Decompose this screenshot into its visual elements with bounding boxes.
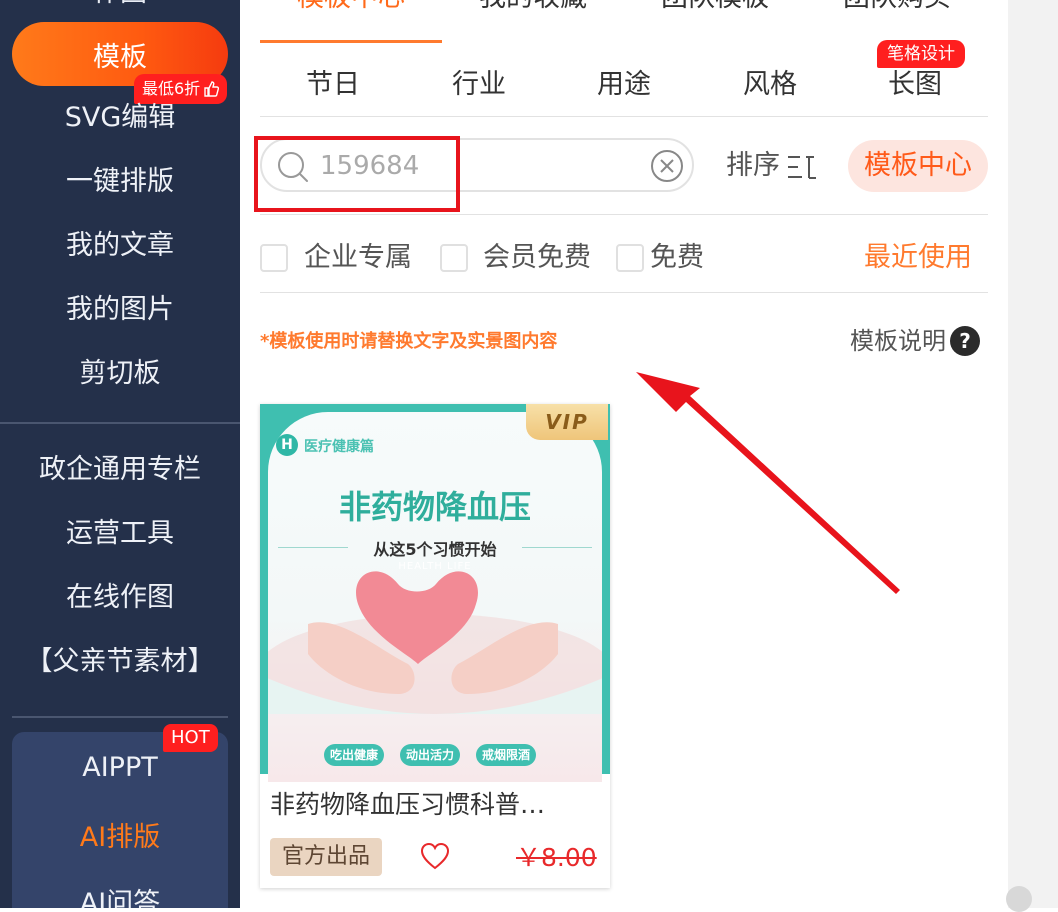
category-long-image[interactable]: 长图 [842,64,988,106]
sidebar-item-auto-layout[interactable]: 一键排版 [0,162,240,202]
sidebar-item-fathers-day[interactable]: 【父亲节素材】 [0,642,240,682]
sort-icon[interactable] [786,154,822,180]
tab-team-purchase[interactable]: 团队购买 [806,0,988,18]
divider [260,116,988,117]
template-title[interactable]: 非药物降血压习惯科普… [270,786,600,824]
sidebar-divider [0,422,240,424]
usage-notice: *模板使用时请替换文字及实景图内容 [260,331,558,352]
thumbnail-subtitle-en: HEALTH LIFE [398,561,472,572]
recent-used-link[interactable]: 最近使用 [864,238,972,278]
official-tag: 官方出品 [270,838,383,876]
sidebar-item-label: 模板 [93,41,147,73]
sidebar-item-my-articles[interactable]: 我的文章 [0,226,240,266]
sidebar-item-my-images[interactable]: 我的图片 [0,290,240,330]
thumbs-up-icon [204,81,220,97]
sort-label[interactable]: 排序 [726,146,780,186]
sidebar-item-gov-column[interactable]: 政企通用专栏 [0,450,240,490]
tab-my-favorites[interactable]: 我的收藏 [442,0,624,18]
thumbnail-tag: 戒烟限酒 [476,744,537,766]
template-price: ￥8.00 [516,843,597,872]
brand-logo: H [276,434,298,456]
template-center-button[interactable]: 模板中心 [848,140,988,192]
thumbnail-title: 非药物降血压 [338,488,531,526]
sidebar-item-aippt[interactable]: AIPPT [0,748,240,788]
sidebar-item-svg-edit[interactable]: SVG编辑 [0,98,240,138]
enterprise-checkbox[interactable] [260,244,288,272]
category-holiday[interactable]: 节日 [260,64,406,106]
category-badge: 笔格设计 [877,40,965,68]
sidebar: 作图 模板 最低6折 SVG编辑 一键排版 我的文章 我的图片 剪切板 政企通用… [0,0,240,908]
member-free-checkbox[interactable] [440,244,468,272]
sidebar-item-cut[interactable]: 作图 [0,0,240,10]
scroll-to-top-button[interactable] [1006,886,1032,912]
category-industry[interactable]: 行业 [406,64,552,106]
tab-template-center[interactable]: 模板中心 [260,0,442,18]
template-panel: 模板中心 我的收藏 团队模板 团队购买 节日 行业 用途 风格 长图 笔格设计 … [240,0,1008,908]
free-checkbox[interactable] [616,244,644,272]
sidebar-item-ai-qa[interactable]: AI问答 [0,884,240,908]
template-card[interactable]: H 医疗健康篇 非药物降血压 从这5个习惯开始 HEALTH LIFE 吃出健康… [260,404,610,888]
vip-badge: VIP [526,404,608,440]
page-scrollbar-track[interactable] [1008,0,1058,908]
thumbnail-tag: 动出活力 [400,744,461,766]
thumbnail-brand: 医疗健康篇 [304,439,374,455]
annotation-highlight-box [254,136,460,212]
divider [260,292,988,293]
enterprise-label: 企业专属 [304,242,412,273]
clear-icon[interactable] [650,149,684,183]
divider [260,214,988,215]
template-thumbnail[interactable]: H 医疗健康篇 非药物降血压 从这5个习惯开始 HEALTH LIFE 吃出健康… [260,404,610,782]
free-label: 免费 [650,242,704,273]
sidebar-item-online-drawing[interactable]: 在线作图 [0,578,240,618]
tab-team-templates[interactable]: 团队模板 [624,0,806,18]
category-style[interactable]: 风格 [697,64,843,106]
sidebar-item-clipboard[interactable]: 剪切板 [0,354,240,394]
active-tab-indicator [260,40,442,43]
thumbnail-tag: 吃出健康 [324,744,385,766]
hands-heart-image [268,571,602,714]
heart-icon[interactable] [420,842,450,872]
sidebar-divider [12,716,228,718]
sidebar-item-ai-layout[interactable]: AI排版 [0,818,240,858]
template-help-link[interactable]: 模板说明 [850,324,946,358]
help-icon[interactable]: ? [950,326,980,356]
member-free-label: 会员免费 [483,242,591,273]
category-usage[interactable]: 用途 [551,64,697,106]
sidebar-item-ops-tools[interactable]: 运营工具 [0,514,240,554]
